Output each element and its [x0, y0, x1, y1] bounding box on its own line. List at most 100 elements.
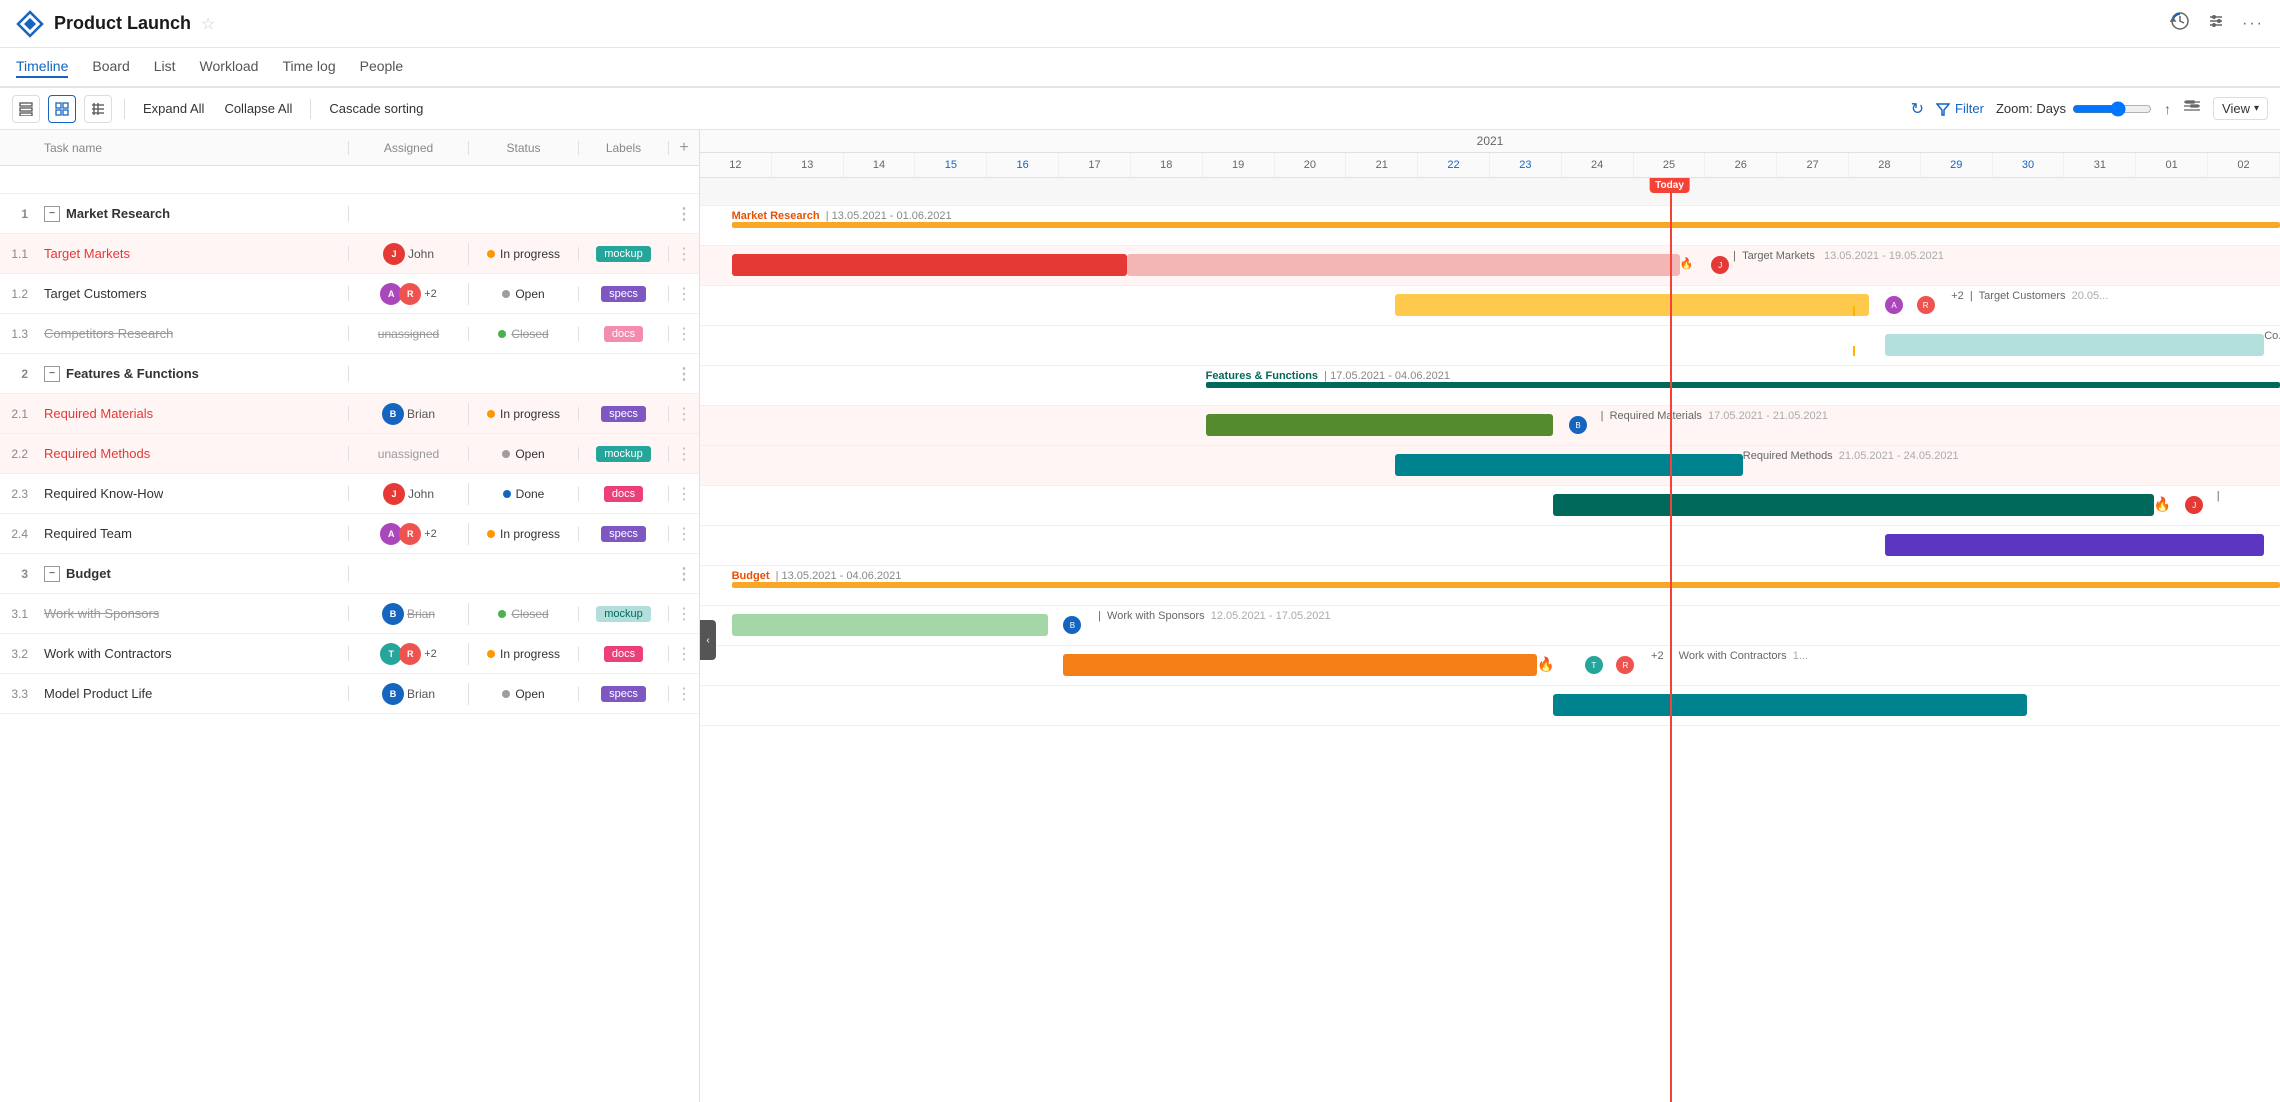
- row-actions-btn[interactable]: ⋮: [669, 444, 699, 464]
- task-name[interactable]: Required Know-How: [44, 486, 163, 501]
- gantt-row: 🔥 T R +2 | Work with Contractors 1...: [700, 646, 2280, 686]
- more-icon[interactable]: ···: [2242, 15, 2264, 33]
- star-icon[interactable]: ☆: [201, 14, 215, 34]
- tab-timeline[interactable]: Timeline: [16, 58, 68, 78]
- share-icon[interactable]: ↑: [2164, 101, 2171, 117]
- gantt-bar-req-materials[interactable]: [1206, 414, 1554, 436]
- status-dot: [498, 610, 506, 618]
- history-icon[interactable]: [2170, 11, 2190, 36]
- gantt-bar-features[interactable]: [1206, 382, 2280, 388]
- row-actions-btn[interactable]: ⋮: [669, 644, 699, 664]
- gantt-day-23: 23: [1490, 153, 1562, 177]
- task-name[interactable]: Target Customers: [44, 286, 147, 301]
- row-actions-btn[interactable]: ⋮: [669, 684, 699, 704]
- zoom-slider[interactable]: [2072, 101, 2152, 117]
- tab-list[interactable]: List: [154, 58, 176, 78]
- gantt-row: Features & Functions | 17.05.2021 - 04.0…: [700, 366, 2280, 406]
- tab-workload[interactable]: Workload: [200, 58, 259, 78]
- gantt-view-icon[interactable]: [2183, 100, 2201, 117]
- task-name[interactable]: Target Markets: [44, 246, 130, 261]
- label-badge[interactable]: specs: [601, 286, 646, 302]
- gantt-bar-target-markets[interactable]: [732, 254, 1127, 276]
- expand-all-btn[interactable]: Expand All: [137, 98, 210, 119]
- label-badge[interactable]: mockup: [596, 606, 651, 622]
- gantt-bar-budget[interactable]: [732, 582, 2280, 588]
- label-badge[interactable]: specs: [601, 686, 646, 702]
- gantt-header: 2021 12131415161718192021222324252627282…: [700, 130, 2280, 178]
- tab-timelog[interactable]: Time log: [282, 58, 335, 78]
- tab-people[interactable]: People: [360, 58, 404, 78]
- group-collapse-icon[interactable]: −: [44, 566, 60, 582]
- task-name[interactable]: Work with Sponsors: [44, 606, 159, 621]
- gantt-bar-sponsors[interactable]: [732, 614, 1048, 636]
- gantt-bar-competitors[interactable]: [1885, 334, 2264, 356]
- view-icon-btn-2[interactable]: [48, 95, 76, 123]
- task-name[interactable]: Required Materials: [44, 406, 153, 421]
- view-icon-btn-3[interactable]: [84, 95, 112, 123]
- filter-btn[interactable]: Filter: [1936, 101, 1984, 116]
- task-name[interactable]: Model Product Life: [44, 686, 152, 701]
- cascade-sorting-btn[interactable]: Cascade sorting: [323, 98, 429, 119]
- label-badge[interactable]: docs: [604, 326, 643, 342]
- task-name[interactable]: Work with Contractors: [44, 646, 172, 661]
- avatar: R: [399, 283, 421, 305]
- refresh-icon[interactable]: ↻: [1911, 99, 1924, 119]
- row-actions-btn[interactable]: ⋮: [669, 604, 699, 624]
- group-collapse-icon[interactable]: −: [44, 206, 60, 222]
- tab-board[interactable]: Board: [92, 58, 129, 78]
- gantt-label-target-markets-text: | Target Markets 13.05.2021 - 19.05.2021: [1727, 250, 1944, 262]
- gantt-bar-model-product[interactable]: [1553, 694, 2027, 716]
- row-labels-cell: docs: [579, 326, 669, 342]
- row-actions-btn[interactable]: ⋮: [669, 324, 699, 344]
- task-panel: Task name Assigned Status Labels + 1 −: [0, 130, 700, 1102]
- gantt-day-16: 16: [987, 153, 1059, 177]
- gantt-bar-req-knowhow[interactable]: [1553, 494, 2153, 516]
- gantt-day-12: 12: [700, 153, 772, 177]
- row-actions-btn[interactable]: ⋮: [669, 484, 699, 504]
- row-actions-btn[interactable]: ⋮: [669, 284, 699, 304]
- row-actions-btn[interactable]: ⋮: [669, 404, 699, 424]
- add-column-btn[interactable]: +: [669, 139, 699, 157]
- task-name[interactable]: Competitors Research: [44, 326, 173, 341]
- label-badge[interactable]: docs: [604, 486, 643, 502]
- gantt-bar-market-research[interactable]: [732, 222, 2280, 228]
- avatar: J: [383, 243, 405, 265]
- gantt-row: Market Research | 13.05.2021 - 01.06.202…: [700, 206, 2280, 246]
- task-name[interactable]: Required Methods: [44, 446, 150, 461]
- toolbar: Expand All Collapse All Cascade sorting …: [0, 88, 2280, 130]
- col-assigned-header: Assigned: [349, 141, 469, 155]
- label-badge[interactable]: docs: [604, 646, 643, 662]
- gantt-day-21: 21: [1346, 153, 1418, 177]
- toolbar-right: ↻ Filter Zoom: Days ↑ View ▾: [1911, 97, 2268, 120]
- label-badge[interactable]: mockup: [596, 246, 651, 262]
- gantt-days: 1213141516171819202122232425262728293031…: [700, 153, 2280, 177]
- status-dot: [502, 690, 510, 698]
- gantt-bar-req-methods[interactable]: [1395, 454, 1743, 476]
- settings-icon[interactable]: [2206, 11, 2226, 36]
- collapse-all-btn[interactable]: Collapse All: [218, 98, 298, 119]
- row-number: 3: [0, 567, 36, 581]
- label-badge[interactable]: specs: [601, 406, 646, 422]
- gantt-day-24: 24: [1562, 153, 1634, 177]
- row-actions-btn[interactable]: ⋮: [669, 204, 699, 224]
- label-badge[interactable]: specs: [601, 526, 646, 542]
- group-collapse-icon[interactable]: −: [44, 366, 60, 382]
- row-labels-cell: specs: [579, 526, 669, 542]
- task-name[interactable]: Required Team: [44, 526, 132, 541]
- table-row: 3.3 Model Product Life B Brian Open spec…: [0, 674, 699, 714]
- row-actions-btn[interactable]: ⋮: [669, 524, 699, 544]
- scroll-left-btn[interactable]: ‹: [700, 620, 716, 660]
- label-badge[interactable]: mockup: [596, 446, 651, 462]
- gantt-bar-contractors[interactable]: [1063, 654, 1537, 676]
- gantt-bar-target-customers[interactable]: [1395, 294, 1869, 316]
- gantt-row: A R +2 | Target Customers 20.05...: [700, 286, 2280, 326]
- view-icon-btn-1[interactable]: [12, 95, 40, 123]
- view-dropdown-btn[interactable]: View ▾: [2213, 97, 2268, 120]
- row-actions-btn[interactable]: ⋮: [669, 244, 699, 264]
- gantt-bar-req-team[interactable]: [1885, 534, 2264, 556]
- toolbar-divider-1: [124, 99, 125, 119]
- row-actions-btn[interactable]: ⋮: [669, 564, 699, 584]
- row-actions-btn[interactable]: ⋮: [669, 364, 699, 384]
- row-name-cell: Required Materials: [36, 406, 349, 421]
- gantt-row: B | Work with Sponsors 12.05.2021 - 17.0…: [700, 606, 2280, 646]
